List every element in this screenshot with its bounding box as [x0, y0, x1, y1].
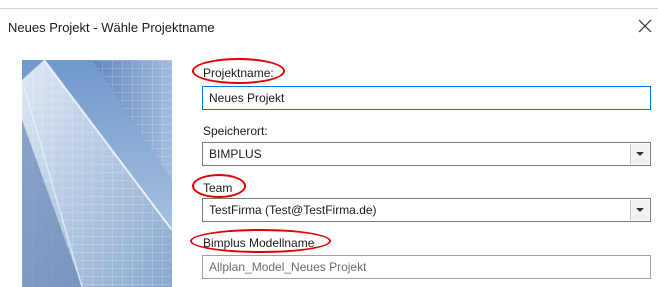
team-value: TestFirma (Test@TestFirma.de) [209, 203, 377, 217]
new-project-dialog: Neues Projekt - Wähle Projektname Projek… [0, 0, 658, 287]
building-image [22, 60, 172, 287]
model-name-value: Allplan_Model_Neues Projekt [209, 260, 367, 274]
storage-select[interactable]: BIMPLUS [202, 142, 651, 166]
window-top-border [0, 8, 658, 9]
project-name-input[interactable]: Neues Projekt [202, 86, 651, 110]
dialog-title: Neues Projekt - Wähle Projektname [8, 20, 215, 35]
storage-value: BIMPLUS [209, 147, 262, 161]
project-name-value: Neues Projekt [209, 91, 285, 105]
close-icon[interactable] [637, 18, 653, 34]
project-name-label: Projektname: [203, 66, 274, 80]
chevron-down-icon[interactable] [630, 144, 649, 164]
storage-label: Speicherort: [203, 124, 268, 138]
team-label: Team [203, 181, 233, 195]
team-select[interactable]: TestFirma (Test@TestFirma.de) [202, 198, 651, 222]
model-name-input[interactable]: Allplan_Model_Neues Projekt [202, 255, 651, 279]
chevron-down-icon[interactable] [630, 200, 649, 220]
model-name-label: Bimplus Modellname [203, 236, 315, 250]
